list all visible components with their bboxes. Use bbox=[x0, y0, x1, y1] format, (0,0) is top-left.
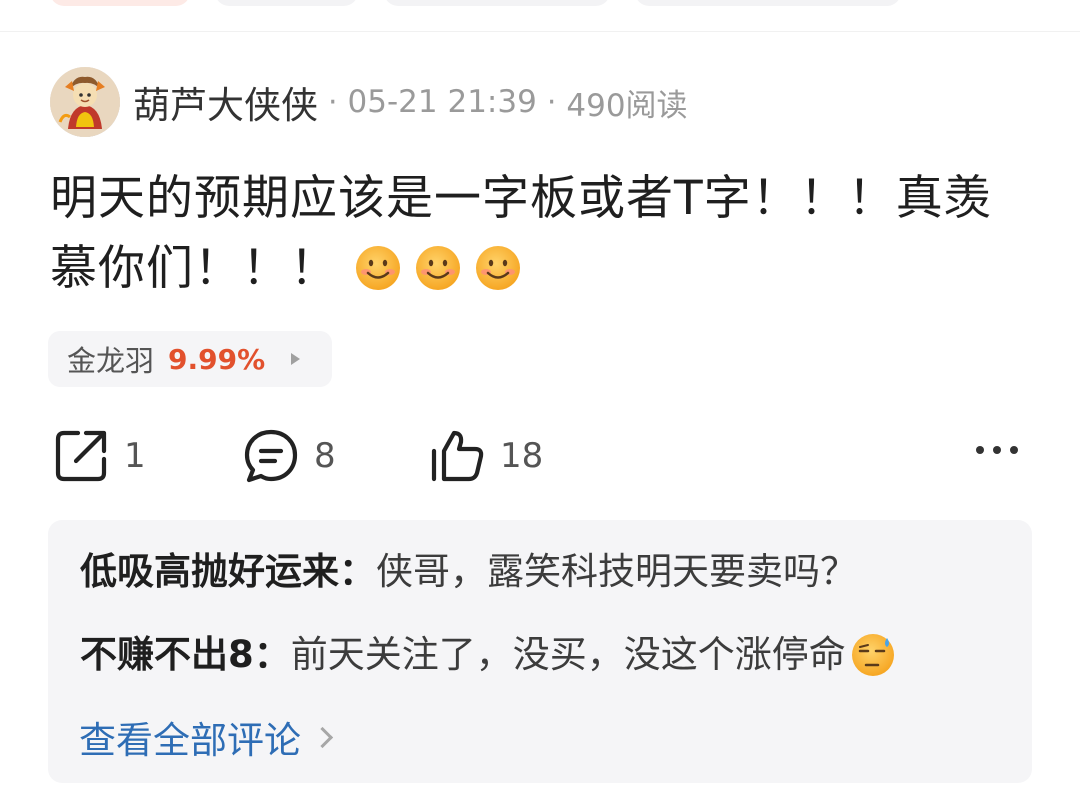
username[interactable]: 葫芦大侠侠 bbox=[133, 75, 318, 129]
smile-emoji bbox=[356, 245, 400, 290]
comment-icon bbox=[244, 429, 298, 483]
like-count: 18 bbox=[500, 436, 544, 476]
post-meta: 葫芦大侠侠 · 05-21 21:39 · 490阅读 bbox=[133, 75, 688, 129]
emoji-group bbox=[354, 244, 522, 292]
comment-count: 8 bbox=[314, 436, 336, 476]
stock-name: 金龙羽 bbox=[67, 344, 155, 378]
post-time: 05-21 21:39 bbox=[347, 84, 537, 120]
more-dot bbox=[1010, 446, 1018, 454]
comments-preview: 低吸高抛好运来： 侠哥，露笑科技明天要卖吗？ 不赚不出8： 前天关注了，没买，没… bbox=[48, 520, 1032, 783]
comment-text: 前天关注了，没买，没这个涨停命 bbox=[290, 633, 846, 676]
share-count: 1 bbox=[124, 436, 146, 476]
more-dot bbox=[993, 446, 1001, 454]
view-all-label: 查看全部评论 bbox=[79, 719, 301, 762]
read-count: 490阅读 bbox=[566, 87, 688, 124]
tab-pill[interactable] bbox=[50, 0, 190, 6]
share-button[interactable]: 1 bbox=[52, 426, 146, 486]
avatar[interactable] bbox=[50, 67, 120, 137]
tab-pill[interactable] bbox=[215, 0, 358, 6]
post-body[interactable]: 明天的预期应该是一字板或者T字！！！真羡慕你们！！！ bbox=[50, 164, 1030, 304]
like-icon bbox=[431, 430, 484, 482]
comment-item[interactable]: 不赚不出8： 前天关注了，没买，没这个涨停命 bbox=[80, 630, 896, 680]
play-arrow-icon bbox=[291, 353, 301, 365]
comment-item[interactable]: 低吸高抛好运来： 侠哥，露笑科技明天要卖吗？ bbox=[80, 547, 857, 597]
comment-author[interactable]: 低吸高抛好运来： bbox=[80, 547, 376, 597]
stock-tag[interactable]: 金龙羽 9.99% bbox=[48, 331, 332, 387]
top-tab-strip bbox=[0, 0, 1080, 8]
meta-separator: · bbox=[546, 84, 557, 120]
tab-pill[interactable] bbox=[635, 0, 901, 6]
chevron-right-icon bbox=[311, 726, 334, 748]
comment-author[interactable]: 不赚不出8： bbox=[80, 630, 291, 680]
meta-separator: · bbox=[328, 84, 338, 120]
smile-emoji bbox=[416, 245, 460, 290]
smile-emoji bbox=[476, 245, 520, 290]
like-button[interactable]: 18 bbox=[428, 426, 543, 486]
tab-pill[interactable] bbox=[384, 0, 610, 6]
comment-text: 侠哥，露笑科技明天要卖吗？ bbox=[376, 550, 857, 593]
divider bbox=[0, 31, 1080, 32]
share-icon bbox=[55, 430, 107, 482]
avatar-image bbox=[50, 67, 120, 137]
stock-change: 9.99% bbox=[168, 342, 266, 376]
sweat-emoji bbox=[851, 634, 894, 676]
more-dot bbox=[976, 446, 984, 454]
more-icon[interactable] bbox=[976, 446, 1018, 454]
view-all-comments-link[interactable]: 查看全部评论 bbox=[79, 710, 334, 764]
post-card: 葫芦大侠侠 · 05-21 21:39 · 490阅读 明天的预期应该是一字板或… bbox=[0, 0, 1080, 801]
comment-button[interactable]: 8 bbox=[242, 426, 336, 486]
